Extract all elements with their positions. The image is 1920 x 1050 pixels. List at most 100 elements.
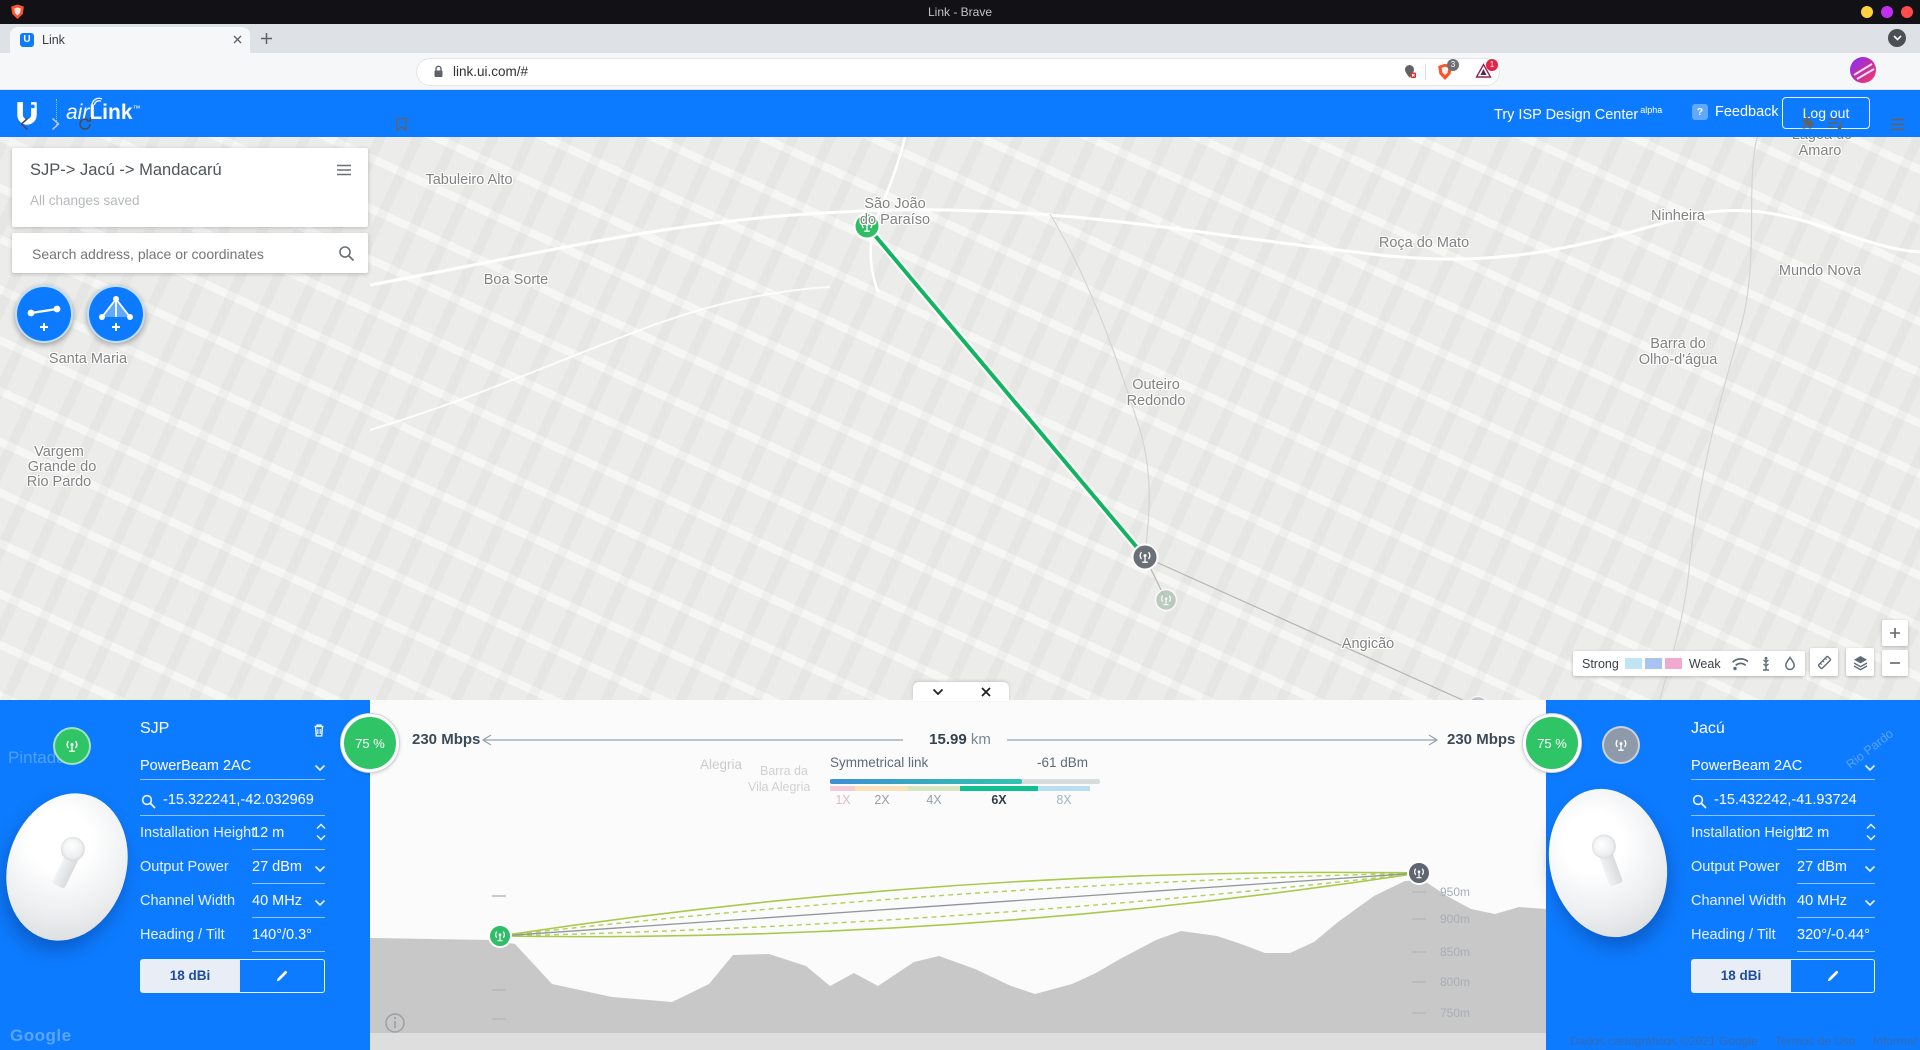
search-icon[interactable]: [1692, 794, 1707, 809]
legend-swatch-mid: [1644, 658, 1662, 669]
coordinates-field[interactable]: -15.322241,-42.032969: [163, 792, 314, 808]
brave-shield-icon[interactable]: 3: [1437, 59, 1459, 81]
map-label: São João: [864, 196, 926, 212]
site-badge-sjp[interactable]: [53, 727, 91, 765]
profile-avatar[interactable]: [1850, 57, 1876, 83]
elevation-tick-label: 950m: [1440, 885, 1471, 899]
stepper-up-icon[interactable]: [1866, 823, 1876, 830]
browser-menu-icon[interactable]: [1886, 113, 1908, 135]
back-button[interactable]: [14, 113, 36, 135]
profile-marker-jacu[interactable]: [1407, 861, 1431, 885]
mod-step-label: 1X: [835, 793, 851, 807]
tab-close-icon[interactable]: [232, 34, 243, 45]
zoom-in-button[interactable]: [1882, 620, 1908, 646]
chevron-down-icon[interactable]: [1864, 865, 1876, 873]
zoom-out-button[interactable]: [1882, 650, 1908, 676]
field-value[interactable]: 27 dBm: [1797, 859, 1847, 875]
device-select[interactable]: PowerBeam 2AC: [140, 758, 251, 774]
brave-rewards-icon[interactable]: 1: [1475, 59, 1498, 79]
window-minimize-button[interactable]: [1861, 6, 1873, 18]
field-value[interactable]: 27 dBm: [252, 859, 302, 875]
legend-weak-label: Weak: [1688, 656, 1721, 671]
search-input[interactable]: [30, 233, 334, 275]
chevron-down-icon[interactable]: [314, 865, 326, 873]
close-panel-icon[interactable]: [980, 686, 991, 697]
location-blocked-icon[interactable]: [1403, 64, 1416, 79]
map-label: Roça do Mato: [1378, 235, 1470, 251]
map-label: Outeiro: [1132, 377, 1180, 393]
chevron-down-icon[interactable]: [314, 764, 326, 772]
feedback-label: Feedback: [1715, 104, 1779, 120]
elevation-profile-chart[interactable]: [370, 700, 1546, 1050]
bookmark-icon[interactable]: [390, 113, 412, 135]
edit-antenna-button[interactable]: [1791, 959, 1875, 993]
map-marker-jacu[interactable]: [1131, 543, 1159, 571]
distance-value: 15.99: [929, 731, 967, 748]
device-select[interactable]: PowerBeam 2AC: [1691, 758, 1802, 774]
field-label: Output Power: [1691, 859, 1780, 875]
field-value[interactable]: 40 MHz: [1797, 893, 1847, 909]
project-menu-icon[interactable]: [336, 164, 352, 176]
antenna-dish-image: [0, 777, 147, 957]
map-attribution: Dados cartográficos ©2021 Google Termos …: [1570, 1034, 1920, 1048]
collapse-chevron-icon[interactable]: [932, 688, 944, 696]
edit-antenna-button[interactable]: [240, 959, 325, 993]
rain-icon[interactable]: [1784, 656, 1796, 671]
field-label: Output Power: [140, 859, 229, 875]
extensions-puzzle-icon[interactable]: [1796, 113, 1818, 135]
antenna-gain-button[interactable]: 18 dBi: [140, 959, 240, 993]
profile-marker-sjp[interactable]: [488, 924, 512, 948]
search-icon[interactable]: [141, 794, 156, 809]
pill-separator: [1425, 64, 1426, 80]
search-icon[interactable]: [338, 245, 355, 262]
chevron-down-icon[interactable]: [1864, 764, 1876, 772]
stepper-down-icon[interactable]: [316, 834, 326, 841]
measure-tool-button[interactable]: [1810, 648, 1838, 676]
reading-list-icon[interactable]: [1824, 113, 1846, 135]
site-badge-jacu[interactable]: [1602, 726, 1640, 764]
map-label: Mundo Nova: [1778, 263, 1862, 279]
delete-site-icon[interactable]: [312, 722, 326, 738]
tab-search-icon[interactable]: [1888, 29, 1906, 47]
url-text[interactable]: link.ui.com/#: [453, 64, 528, 79]
forward-button[interactable]: [44, 113, 66, 135]
coordinates-field[interactable]: -15.432242,-41.93724: [1714, 792, 1857, 808]
layers-button[interactable]: [1846, 648, 1874, 676]
attribution-terms-link[interactable]: Termos de Uso: [1775, 1034, 1856, 1048]
site-panel-jacu: Rio Pardo Jacú PowerBeam 2AC -15.432242,…: [1533, 700, 1920, 1050]
field-value[interactable]: 12 m: [252, 825, 284, 841]
map-search-card: [12, 233, 368, 275]
save-status: All changes saved: [30, 193, 140, 208]
link-line-sjp-jacu[interactable]: [865, 224, 1147, 559]
field-value[interactable]: 40 MHz: [252, 893, 302, 909]
address-bar[interactable]: link.ui.com/# 3 1: [416, 58, 1500, 86]
browser-tab-active[interactable]: U Link: [10, 27, 250, 53]
stepper-down-icon[interactable]: [1866, 834, 1876, 841]
field-underline: [252, 917, 325, 918]
map-marker-faded[interactable]: [1154, 588, 1178, 612]
add-ptmp-button[interactable]: [87, 285, 145, 343]
reload-button[interactable]: [74, 113, 96, 135]
window-maximize-button[interactable]: [1881, 6, 1893, 18]
app-header: airLink™ Try ISP Design Center alpha ? Fe…: [0, 89, 1920, 137]
antenna-gain-button[interactable]: 18 dBi: [1691, 959, 1791, 993]
signal-coverage-icon[interactable]: [1731, 657, 1748, 671]
question-icon: ?: [1692, 104, 1708, 120]
tower-height-icon[interactable]: [1760, 656, 1772, 672]
stepper-up-icon[interactable]: [316, 823, 326, 830]
attribution-report-link[interactable]: Informar erro no mapa: [1873, 1034, 1920, 1048]
field-value[interactable]: 12 m: [1797, 825, 1829, 841]
try-isp-label: Try ISP Design Center: [1494, 106, 1639, 123]
lock-icon[interactable]: [433, 65, 444, 78]
symmetrical-link-label: Symmetrical link: [830, 755, 929, 770]
new-tab-button[interactable]: [260, 32, 273, 45]
map-label: do Paraíso: [859, 212, 931, 228]
try-isp-link[interactable]: Try ISP Design Center alpha: [1494, 105, 1662, 123]
feedback-button[interactable]: ? Feedback: [1692, 104, 1779, 120]
legend-swatch-weak: [1664, 658, 1682, 669]
chevron-down-icon[interactable]: [314, 899, 326, 907]
add-ptp-button[interactable]: [15, 285, 73, 343]
ptp-icon: [27, 305, 61, 331]
chevron-down-icon[interactable]: [1864, 899, 1876, 907]
window-close-button[interactable]: [1901, 6, 1913, 18]
